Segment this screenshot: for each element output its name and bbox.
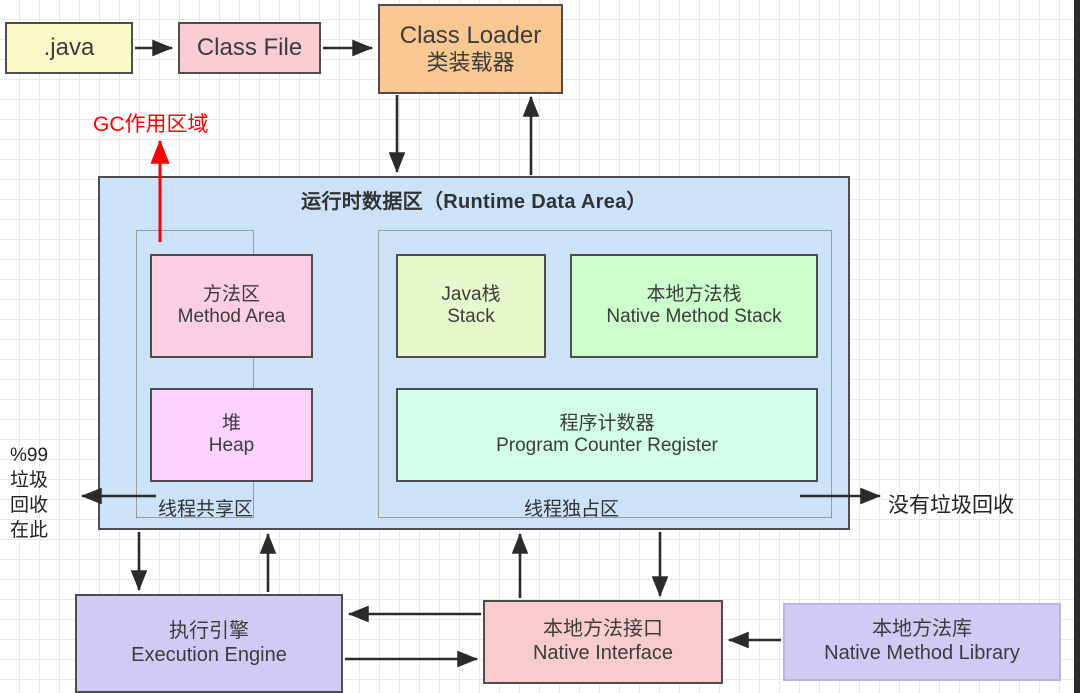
- node-native-interface[interactable]: 本地方法接口 Native Interface: [483, 600, 723, 684]
- annotation-gc-99-line-1: %99: [10, 445, 49, 466]
- annotation-gc-99-line-3: 回收: [10, 495, 49, 517]
- native-method-stack-label-en: Native Method Stack: [606, 306, 782, 327]
- annotation-gc-99-line-4: 在此: [10, 520, 49, 542]
- region-thread-shared-label: 线程共享区: [158, 499, 254, 520]
- heap-label-cn: 堆: [221, 412, 241, 434]
- method-area-label-cn: 方法区: [202, 283, 260, 305]
- annotation-gc-99-percent: %99 垃圾回收在此: [10, 443, 70, 543]
- node-heap[interactable]: 堆 Heap: [150, 388, 313, 482]
- class-file-label: Class File: [196, 33, 303, 61]
- annotation-gc-99-line-2: 垃圾: [10, 470, 49, 492]
- method-area-label-en: Method Area: [177, 306, 286, 327]
- node-class-loader[interactable]: Class Loader 类装载器: [378, 4, 563, 94]
- diagram-canvas: .java Class File Class Loader 类装载器 运行时数据…: [0, 0, 1080, 693]
- native-method-library-label-en: Native Method Library: [824, 642, 1020, 664]
- annotation-no-gc: 没有垃圾回收: [888, 494, 1014, 517]
- execution-engine-label-cn: 执行引擎: [169, 619, 249, 642]
- native-interface-label-cn: 本地方法接口: [543, 618, 663, 641]
- pc-register-label-cn: 程序计数器: [559, 412, 655, 434]
- runtime-data-area-title: 运行时数据区（Runtime Data Area）: [301, 191, 647, 213]
- node-native-method-library[interactable]: 本地方法库 Native Method Library: [783, 603, 1061, 681]
- node-java-stack[interactable]: Java栈 Stack: [396, 254, 546, 358]
- java-file-label: .java: [43, 33, 95, 61]
- node-execution-engine[interactable]: 执行引擎 Execution Engine: [75, 594, 343, 693]
- execution-engine-label-en: Execution Engine: [131, 643, 287, 666]
- heap-label-en: Heap: [208, 435, 255, 456]
- java-stack-label-cn: Java栈: [441, 283, 501, 305]
- native-interface-label-en: Native Interface: [532, 642, 674, 664]
- annotation-gc-scope: GC作用区域: [93, 113, 209, 136]
- node-class-file[interactable]: Class File: [178, 22, 321, 74]
- class-loader-label-cn: 类装载器: [426, 50, 515, 76]
- node-java-file[interactable]: .java: [5, 22, 133, 74]
- class-loader-label-en: Class Loader: [399, 21, 542, 49]
- node-native-method-stack[interactable]: 本地方法栈 Native Method Stack: [570, 254, 818, 358]
- node-program-counter-register[interactable]: 程序计数器 Program Counter Register: [396, 388, 818, 482]
- region-thread-exclusive-label: 线程独占区: [524, 499, 620, 520]
- native-method-stack-label-cn: 本地方法栈: [646, 283, 742, 305]
- pc-register-label-en: Program Counter Register: [496, 435, 718, 456]
- native-method-library-label-cn: 本地方法库: [872, 618, 972, 641]
- node-method-area[interactable]: 方法区 Method Area: [150, 254, 313, 358]
- java-stack-label-en: Stack: [447, 306, 495, 327]
